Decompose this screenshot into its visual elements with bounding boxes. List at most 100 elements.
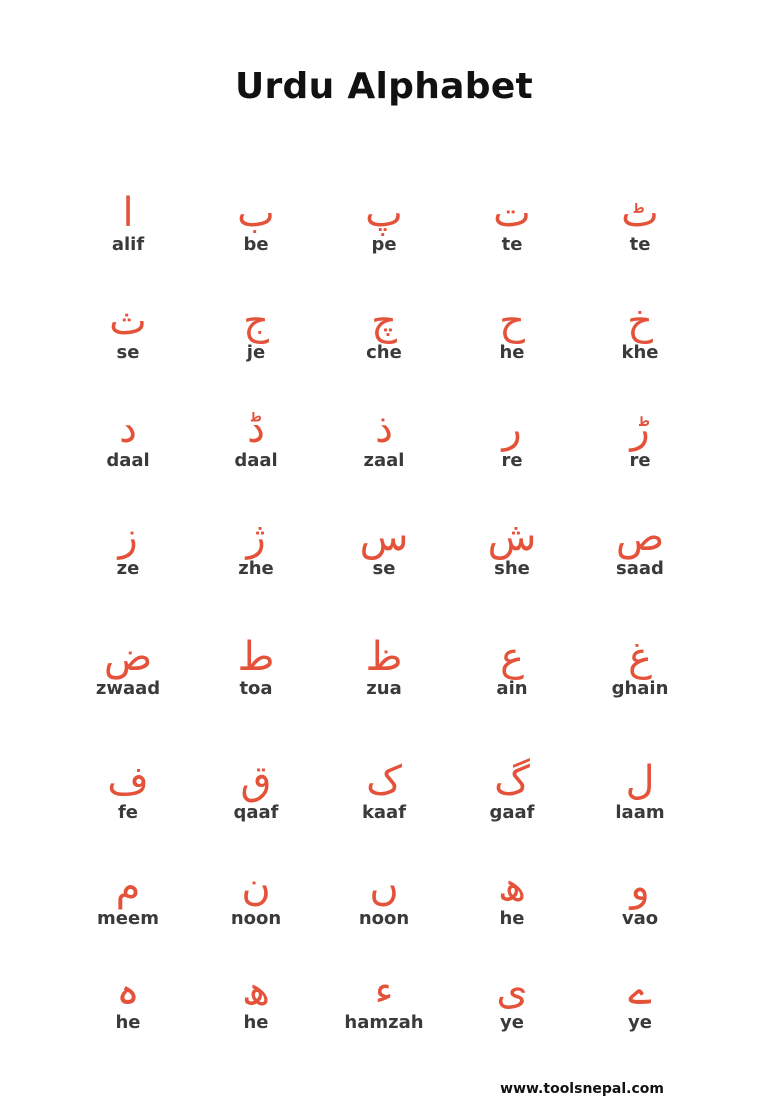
letter-glyph: ھ [498,864,526,910]
letter-glyph: ن [241,864,271,910]
alphabet-grid: ا alif ب be پ pe ت te ٹ te ث se ج je چ che ح he خ khe د daal ڈ… [0,0,768,1119]
letter-card: ن noon [192,862,320,972]
letter-name: zhe [238,558,274,579]
letter-name: saad [616,558,664,579]
letter-glyph: ش [487,514,537,560]
letter-glyph: ک [366,758,402,804]
letter-card: ط toa [192,632,320,742]
letter-name: pe [371,234,397,255]
letter-glyph: ق [240,758,272,804]
letter-card: د daal [64,404,192,514]
letter-card: ض zwaad [64,632,192,742]
letter-name: te [629,234,651,255]
letter-name: noon [230,908,282,929]
letter-glyph: ز [118,514,138,560]
letter-glyph: ژ [246,514,266,560]
letter-name: te [501,234,523,255]
letter-glyph: ح [499,298,525,344]
letter-name: he [499,908,525,929]
letter-name: fe [117,802,139,823]
letter-name: ye [628,1012,652,1033]
letter-card: ا alif [64,188,192,298]
letter-card: ز ze [64,512,192,622]
letter-glyph: خ [627,298,653,344]
letter-name: zaal [363,450,405,471]
letter-card: ں noon [320,862,448,972]
letter-card: ھ he [192,966,320,1076]
letter-glyph: ء [374,968,394,1014]
letter-name: she [494,558,530,579]
letter-glyph: ہ [116,968,140,1014]
letter-glyph: ڈ [247,406,265,452]
letter-glyph: د [119,406,137,452]
letter-glyph: گ [494,758,530,804]
letter-card: ب be [192,188,320,298]
letter-card: ی ye [448,966,576,1076]
letter-name: hamzah [344,1012,424,1033]
letter-name: re [629,450,651,471]
letter-name: zwaad [95,678,161,699]
letter-glyph: ر [502,406,522,452]
letter-card: ص saad [576,512,704,622]
letter-card: خ khe [576,296,704,406]
letter-name: toa [239,678,273,699]
letter-name: ain [496,678,528,699]
letter-glyph: ے [628,968,652,1014]
letter-glyph: ب [237,190,275,236]
letter-card: ٹ te [576,188,704,298]
letter-glyph: م [115,864,141,910]
letter-glyph: ت [493,190,531,236]
letter-name: je [246,342,266,363]
letter-glyph: پ [365,190,403,236]
letter-name: re [501,450,523,471]
letter-glyph: ں [369,864,399,910]
letter-name: alif [111,234,145,255]
letter-card: ھ he [448,862,576,972]
letter-card: غ ghain [576,632,704,742]
letter-name: se [372,558,396,579]
letter-name: zua [366,678,402,699]
letter-name: ze [116,558,140,579]
letter-name: kaaf [361,802,407,823]
letter-glyph: ڑ [630,406,650,452]
letter-glyph: چ [371,298,397,344]
letter-card: ت te [448,188,576,298]
letter-name: ghain [611,678,669,699]
letter-glyph: س [359,514,409,560]
letter-name: se [116,342,140,363]
letter-name: he [243,1012,269,1033]
letter-card: ج je [192,296,320,406]
letter-glyph: ف [107,758,149,804]
letter-name: noon [358,908,410,929]
letter-name: meem [97,908,159,929]
letter-card: ء hamzah [320,966,448,1076]
letter-glyph: ص [615,514,665,560]
letter-card: ک kaaf [320,756,448,866]
letter-card: ے ye [576,966,704,1076]
letter-card: ل laam [576,756,704,866]
letter-glyph: ث [109,298,147,344]
letter-card: ڑ re [576,404,704,514]
letter-card: ع ain [448,632,576,742]
letter-glyph: ذ [375,406,393,452]
letter-glyph: ض [103,634,153,680]
letter-card: ق qaaf [192,756,320,866]
letter-name: che [366,342,402,363]
letter-card: ڈ daal [192,404,320,514]
letter-card: ظ zua [320,632,448,742]
letter-card: س se [320,512,448,622]
letter-name: he [115,1012,141,1033]
letter-glyph: ع [500,634,524,680]
letter-glyph: ٹ [621,190,659,236]
letter-glyph: ی [496,968,528,1014]
letter-glyph: و [630,864,650,910]
letter-name: he [499,342,525,363]
letter-glyph: ظ [365,634,403,680]
letter-card: پ pe [320,188,448,298]
letter-card: چ che [320,296,448,406]
letter-name: ye [500,1012,524,1033]
letter-card: ژ zhe [192,512,320,622]
letter-card: گ gaaf [448,756,576,866]
letter-card: ث se [64,296,192,406]
letter-card: ف fe [64,756,192,866]
